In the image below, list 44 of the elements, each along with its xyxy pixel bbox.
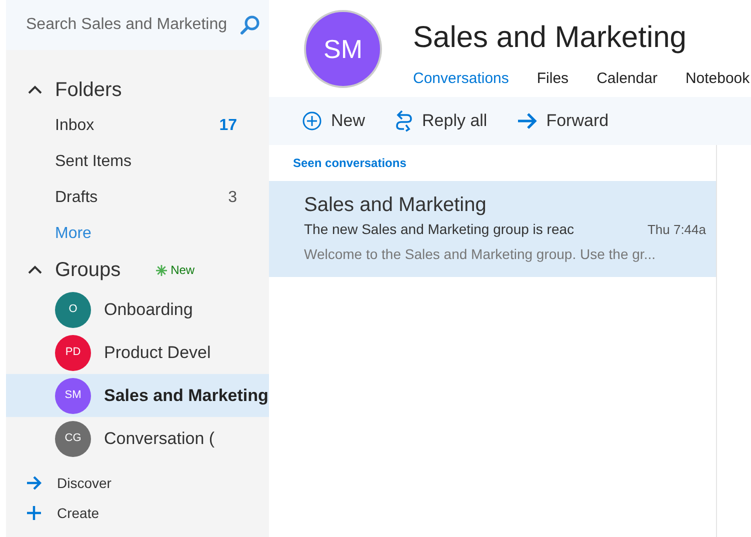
toolbar-button[interactable]: Reply all [395, 108, 488, 134]
subject-text: The new Sales and Marketing group is reac [304, 220, 574, 239]
preview-text: Welcome to the Sales and Marketing group. Use the gr... [304, 245, 656, 264]
group-avatar: PD [55, 334, 91, 370]
unread-count: 3 [228, 188, 237, 208]
sidebar-action[interactable]: Create [6, 498, 269, 528]
sparkle-icon [156, 264, 167, 276]
badge-text: New [170, 262, 195, 279]
tab[interactable]: Conversations [413, 68, 509, 90]
sender-name: Sales and Marketing [304, 193, 488, 217]
tab[interactable]: Files [536, 68, 569, 90]
group-avatar: SM [55, 378, 91, 414]
tab[interactable]: Calendar [596, 68, 658, 90]
group-title: Sales and Marketing [413, 20, 688, 56]
sidebar-action[interactable]: Discover [6, 468, 269, 498]
folder-item[interactable]: Drafts 3 [6, 180, 269, 216]
tab[interactable]: Notebook [685, 68, 750, 90]
reply-all-icon [395, 110, 414, 132]
unread-count: 17 [219, 116, 237, 136]
section-heading: Seen conversations [293, 155, 406, 172]
collapse-icon[interactable] [28, 265, 42, 275]
folder-item[interactable]: Sent Items [6, 144, 269, 180]
section-heading[interactable]: Folders [55, 75, 122, 105]
group-avatar: O [55, 292, 91, 328]
arrow-icon [26, 476, 42, 490]
collapse-icon[interactable] [28, 85, 42, 95]
plus-circle-icon [302, 111, 322, 131]
group-avatar: SM [304, 10, 382, 88]
group-item[interactable]: PD Product Devel [6, 331, 269, 374]
group-item[interactable]: SM Sales and Marketing [6, 374, 269, 417]
group-avatar: CG [55, 420, 91, 456]
conversation-item[interactable]: Sales and Marketing The new Sales and Marketing group is reac Thu 7:44a Welcome to the Sales and Marketing group. Use the gr... [269, 181, 716, 277]
plus-icon [26, 505, 42, 521]
toolbar-button[interactable]: Forward [517, 108, 609, 134]
folder-item[interactable]: Inbox 17 [6, 108, 269, 144]
group-item[interactable]: O Onboarding [6, 288, 269, 331]
section-heading[interactable]: Groups [55, 255, 121, 285]
time-text: Thu 7:44a [647, 220, 706, 239]
toolbar-button[interactable]: New [302, 108, 366, 134]
search-field[interactable]: Search Sales and Marketing [26, 13, 235, 37]
search-bar[interactable]: Search Sales and Marketing [6, 0, 269, 50]
search-icon[interactable] [239, 14, 261, 36]
arrow-icon [517, 113, 538, 129]
group-item[interactable]: CG Conversation ( [6, 417, 269, 460]
